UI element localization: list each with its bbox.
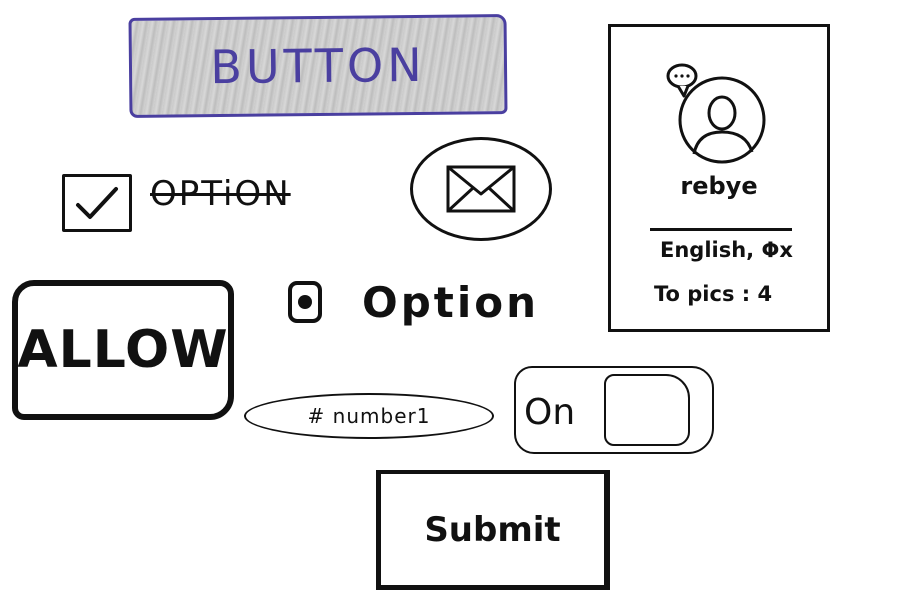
option-radio[interactable] xyxy=(288,281,322,323)
profile-divider xyxy=(650,228,792,231)
option-checkbox[interactable] xyxy=(62,174,132,232)
number-input[interactable]: # number1 xyxy=(244,393,494,439)
allow-button-label: ALLOW xyxy=(17,320,229,380)
profile-topics: To pics : 4 xyxy=(654,282,773,306)
shaded-button[interactable]: BUTTON xyxy=(128,14,508,118)
profile-name: rebye xyxy=(680,172,758,200)
checkmark-icon xyxy=(76,187,118,219)
toggle-label: On xyxy=(524,392,576,433)
toggle-knob[interactable] xyxy=(604,374,690,446)
number-input-value: # number1 xyxy=(307,404,431,428)
submit-button-label: Submit xyxy=(424,509,561,550)
submit-button[interactable]: Submit xyxy=(376,470,610,590)
shaded-button-label: BUTTON xyxy=(210,37,426,95)
mail-button[interactable] xyxy=(410,137,552,241)
checkbox-label: OPTiON xyxy=(150,174,291,214)
profile-languages: English, Φx xyxy=(660,238,793,262)
allow-button[interactable]: ALLOW xyxy=(12,280,234,420)
user-avatar-icon xyxy=(666,63,766,164)
radio-selected-dot xyxy=(298,295,312,309)
mail-icon xyxy=(446,165,516,213)
radio-label: Option xyxy=(362,278,539,327)
